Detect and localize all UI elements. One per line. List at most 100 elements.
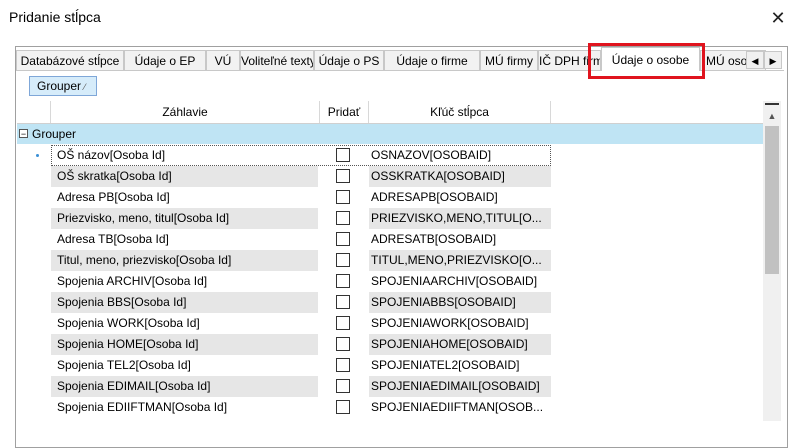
cell-kluc-stlpca: ADRESATB[OSOBAID] (371, 232, 497, 246)
header-pridat[interactable]: Pridať (320, 101, 369, 123)
cell-zahlavie: Spojenia TEL2[Osoba Id] (51, 355, 319, 376)
cell-zahlavie: Spojenia EDIMAIL[Osoba Id] (51, 376, 319, 397)
table-row[interactable]: OŠ skratka[Osoba Id] OSSKRATKA[OSOBAID] (17, 166, 763, 187)
add-checkbox[interactable] (336, 400, 350, 414)
row-indicator (17, 250, 50, 271)
tab-1[interactable]: Databázové stĺpce (16, 50, 124, 70)
group-row-grouper[interactable]: − Grouper (17, 124, 763, 144)
add-checkbox[interactable] (336, 148, 350, 162)
grouper-button[interactable]: Grouper ⁄ (29, 76, 97, 96)
tab-2[interactable]: Údaje o EP (124, 50, 206, 70)
add-checkbox[interactable] (336, 379, 350, 393)
grouper-button-label: Grouper (37, 79, 82, 93)
cell-empty (551, 166, 763, 187)
scroll-thumb[interactable] (765, 126, 779, 274)
cell-zahlavie: Adresa TB[Osoba Id] (51, 229, 319, 250)
table-row[interactable]: Adresa PB[Osoba Id] ADRESAPB[OSOBAID] (17, 187, 763, 208)
cell-empty (551, 376, 763, 397)
cell-empty (551, 145, 763, 166)
add-checkbox[interactable] (336, 169, 350, 183)
cell-kluc-stlpca: SPOJENIAARCHIV[OSOBAID] (371, 274, 538, 288)
grid-header: Záhlavie Pridať Kľúč stĺpca (17, 101, 763, 124)
cell-empty (551, 334, 763, 355)
add-checkbox[interactable] (336, 253, 350, 267)
cell-empty (551, 208, 763, 229)
cell-empty (551, 313, 763, 334)
cell-zahlavie: Priezvisko, meno, titul[Osoba Id] (51, 208, 319, 229)
cell-empty (551, 271, 763, 292)
cell-kluc-stlpca: ADRESAPB[OSOBAID] (371, 190, 498, 204)
table-row[interactable]: Spojenia TEL2[Osoba Id] SPOJENIATEL2[OSOB… (17, 355, 763, 376)
add-checkbox[interactable] (336, 274, 350, 288)
window-title: Pridanie stĺpca (9, 9, 101, 25)
add-checkbox[interactable] (336, 358, 350, 372)
cell-kluc-stlpca: PRIEZVISKO,MENO,TITUL[O... (369, 208, 551, 229)
cell-pridat (320, 271, 368, 292)
add-checkbox[interactable] (336, 211, 350, 225)
columns-grid: Záhlavie Pridať Kľúč stĺpca − Grouper OŠ… (17, 101, 763, 421)
cell-kluc-stlpca: SPOJENIAHOME[OSOBAID] (369, 334, 551, 355)
cell-zahlavie: Titul, meno, priezvisko[Osoba Id] (51, 250, 319, 271)
scroll-top-icon[interactable] (765, 103, 779, 105)
row-indicator (17, 292, 50, 313)
row-indicator (17, 229, 50, 250)
row-indicator (17, 376, 50, 397)
table-row[interactable]: Spojenia ARCHIV[Osoba Id] SPOJENIAARCHIV[… (17, 271, 763, 292)
title-bar: Pridanie stĺpca ✕ (0, 0, 800, 36)
vertical-scrollbar[interactable]: ▲ (763, 101, 781, 421)
table-row[interactable]: Spojenia EDIMAIL[Osoba Id] SPOJENIAEDIMAI… (17, 376, 763, 397)
row-indicator (17, 145, 50, 166)
table-row[interactable]: Spojenia HOME[Osoba Id] SPOJENIAHOME[OSOB… (17, 334, 763, 355)
table-row[interactable]: OŠ názov[Osoba Id] OSNAZOV[OSOBAID] (17, 145, 763, 166)
tab-7[interactable]: MÚ firmy (480, 50, 538, 70)
tab-4[interactable]: Voliteľné texty (240, 50, 314, 70)
tab-5[interactable]: Údaje o PS (314, 50, 384, 70)
table-row[interactable]: Titul, meno, priezvisko[Osoba Id] TITUL,M… (17, 250, 763, 271)
header-kluc-stlpca[interactable]: Kľúč stĺpca (369, 101, 551, 123)
cell-pridat (320, 166, 368, 187)
row-indicator (17, 313, 50, 334)
tab-3[interactable]: VÚ (206, 50, 240, 70)
cell-pridat (320, 250, 368, 271)
row-indicator (17, 271, 50, 292)
cell-zahlavie: Spojenia BBS[Osoba Id] (51, 292, 319, 313)
table-row[interactable]: Adresa TB[Osoba Id] ADRESATB[OSOBAID] (17, 229, 763, 250)
cell-empty (551, 292, 763, 313)
tab-6[interactable]: Údaje o firme (384, 50, 480, 70)
table-row[interactable]: Spojenia BBS[Osoba Id] SPOJENIABBS[OSOBAI… (17, 292, 763, 313)
cell-pridat (320, 229, 368, 250)
cell-pridat (320, 145, 368, 166)
cell-kluc-stlpca: SPOJENIAWORK[OSOBAID] (371, 316, 529, 330)
current-row-icon (36, 154, 39, 157)
cell-pridat (320, 376, 368, 397)
row-indicator (17, 166, 50, 187)
header-zahlavie[interactable]: Záhlavie (51, 101, 320, 123)
tab-8[interactable]: IČ DPH firmy (538, 50, 601, 70)
tab-scroll-left-icon[interactable]: ◀ (746, 51, 764, 69)
add-checkbox[interactable] (336, 232, 350, 246)
collapse-icon[interactable]: − (19, 129, 28, 139)
tab-scroll-right-icon[interactable]: ▶ (764, 51, 782, 69)
grouper-edit-icon: ⁄ (84, 82, 86, 92)
group-label: Grouper (32, 127, 77, 141)
add-checkbox[interactable] (336, 316, 350, 330)
row-indicator (17, 355, 50, 376)
cell-kluc-stlpca: SPOJENIATEL2[OSOBAID] (371, 358, 520, 372)
table-row[interactable]: Spojenia WORK[Osoba Id] SPOJENIAWORK[OSOB… (17, 313, 763, 334)
cell-zahlavie: OŠ názov[Osoba Id] (51, 145, 319, 166)
add-checkbox[interactable] (336, 190, 350, 204)
close-icon[interactable]: ✕ (766, 6, 790, 30)
add-checkbox[interactable] (336, 337, 350, 351)
table-row[interactable]: Priezvisko, meno, titul[Osoba Id] PRIEZVI… (17, 208, 763, 229)
cell-pridat (320, 397, 368, 418)
cell-pridat (320, 187, 368, 208)
tab-9[interactable]: Údaje o osobe (601, 47, 700, 71)
scroll-up-icon[interactable]: ▲ (763, 108, 781, 125)
cell-pridat (320, 313, 368, 334)
add-checkbox[interactable] (336, 295, 350, 309)
cell-pridat (320, 355, 368, 376)
row-indicator (17, 187, 50, 208)
header-indicator-column (17, 101, 51, 123)
cell-zahlavie: Adresa PB[Osoba Id] (51, 187, 319, 208)
table-row[interactable]: Spojenia EDIIFTMAN[Osoba Id] SPOJENIAEDII… (17, 397, 763, 418)
